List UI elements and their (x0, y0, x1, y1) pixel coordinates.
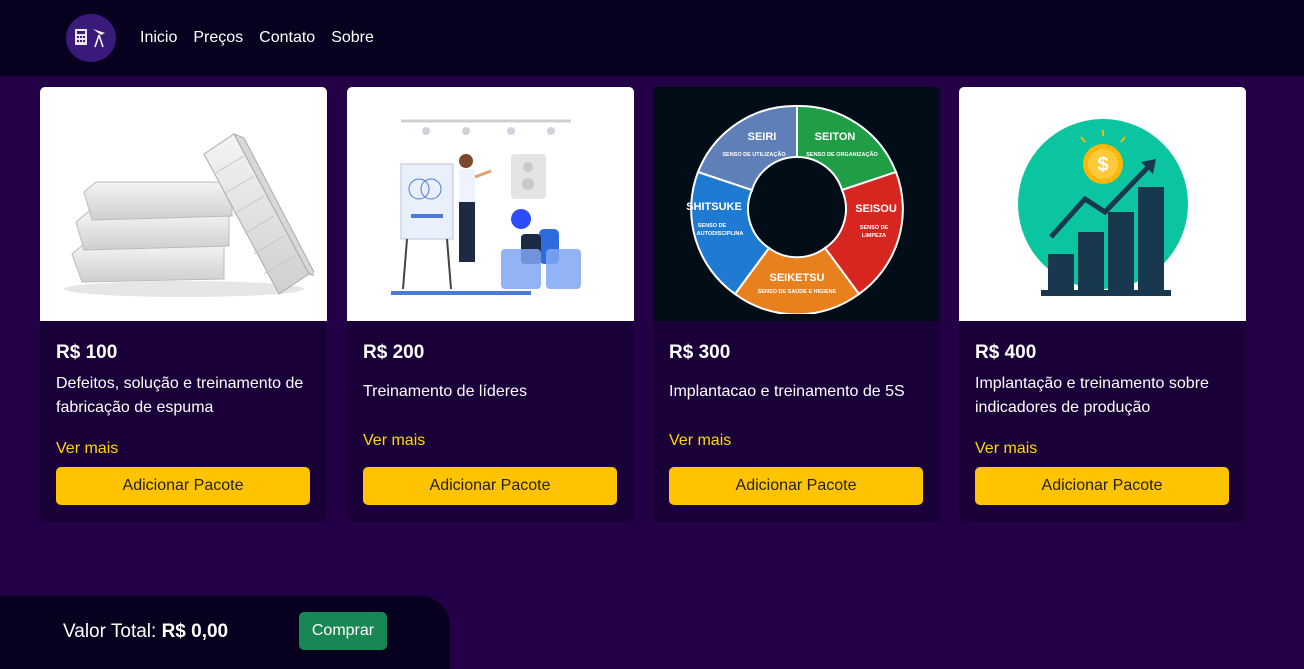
seisou-sublabel-1: SENSO DE (859, 225, 888, 231)
shitsuke-label: SHITSUKE (686, 201, 742, 213)
add-package-button[interactable]: Adicionar Pacote (363, 467, 617, 505)
mattress-image (40, 87, 327, 321)
add-package-button[interactable]: Adicionar Pacote (975, 467, 1229, 505)
package-card: $ R$ 400 Implantação e treinamento sobre… (959, 87, 1246, 522)
nav-link-precos[interactable]: Preços (193, 28, 243, 48)
nav-link-sobre[interactable]: Sobre (331, 28, 374, 48)
total-label-text: Valor Total: (63, 621, 157, 642)
add-package-button[interactable]: Adicionar Pacote (669, 467, 923, 505)
package-description: Implantação e treinamento sobre indicado… (975, 375, 1209, 416)
seiri-label: SEIRI (747, 131, 776, 143)
growth-chart-image: $ (959, 87, 1246, 321)
navbar: Inicio Preços Contato Sobre (0, 0, 1304, 76)
package-price: R$ 300 (669, 342, 731, 363)
package-description: Treinamento de líderes (363, 383, 527, 400)
5s-wheel-image: SEIRI SENSO DE UTILIZAÇÃO SEITON SENSO D… (653, 87, 940, 321)
see-more-link[interactable]: Ver mais (669, 431, 731, 451)
shitsuke-sublabel-1: SENSO DE (697, 223, 726, 229)
shitsuke-sublabel-2: AUTODISCIPLINA (696, 231, 743, 237)
package-description: Implantacao e treinamento de 5S (669, 383, 905, 400)
see-more-link[interactable]: Ver mais (363, 431, 425, 451)
add-package-button[interactable]: Adicionar Pacote (56, 467, 310, 505)
total-label: Valor Total: R$ 0,00 (63, 620, 228, 644)
coin-symbol: $ (1097, 154, 1108, 176)
presentation-image (347, 87, 634, 321)
buy-button[interactable]: Comprar (299, 612, 387, 650)
seisou-sublabel-2: LIMPEZA (861, 233, 885, 239)
seiri-sublabel: SENSO DE UTILIZAÇÃO (722, 151, 786, 158)
seisou-label: SEISOU (855, 203, 897, 215)
nav-link-inicio[interactable]: Inicio (140, 28, 177, 48)
package-card: SEIRI SENSO DE UTILIZAÇÃO SEITON SENSO D… (653, 87, 940, 522)
see-more-link[interactable]: Ver mais (56, 439, 118, 459)
seiketsu-label: SEIKETSU (769, 272, 824, 284)
package-card: R$ 100 Defeitos, solução e treinamento d… (40, 87, 327, 522)
cart-total-bar: Valor Total: R$ 0,00 Comprar (0, 596, 450, 669)
nav-link-contato[interactable]: Contato (259, 28, 315, 48)
package-card: R$ 200 Treinamento de líderes Ver mais A… (347, 87, 634, 522)
package-price: R$ 100 (56, 342, 118, 363)
total-value: R$ 0,00 (161, 621, 229, 642)
see-more-link[interactable]: Ver mais (975, 439, 1037, 459)
nav-links: Inicio Preços Contato Sobre (140, 28, 374, 48)
package-description: Defeitos, solução e treinamento de fabri… (56, 375, 304, 416)
package-price: R$ 400 (975, 342, 1037, 363)
package-price: R$ 200 (363, 342, 425, 363)
seiton-label: SEITON (814, 131, 855, 143)
logo[interactable] (66, 14, 116, 62)
seiketsu-sublabel: SENSO DE SAÚDE E HIGIENE (757, 288, 836, 295)
seiton-sublabel: SENSO DE ORGANIZAÇÃO (806, 151, 878, 158)
